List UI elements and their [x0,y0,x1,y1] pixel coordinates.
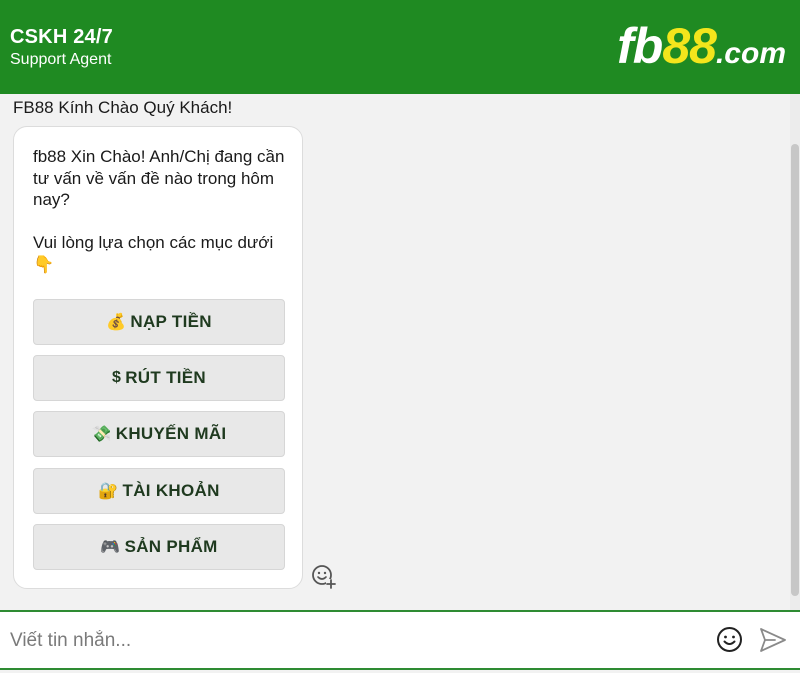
rut-tien-label: RÚT TIỀN [125,368,206,387]
scrollbar-thumb[interactable] [791,144,799,596]
rut-tien-button[interactable]: $ RÚT TIỀN [33,355,285,401]
message-input-bar [0,610,800,670]
greeting-message: FB88 Kính Chào Quý Khách! [13,98,233,117]
money-bag-icon: 💰 [106,314,127,331]
lock-key-icon: 🔐 [98,483,119,500]
nap-tien-button[interactable]: 💰 NẠP TIỀN [33,299,285,345]
game-controller-icon: 🎮 [100,539,121,556]
smiley-icon[interactable] [716,626,743,653]
san-pham-button[interactable]: 🎮 SẢN PHẨM [33,524,285,570]
nap-tien-label: NẠP TIỀN [130,312,212,331]
header-subtitle: Support Agent [10,51,112,68]
send-icon[interactable] [759,627,787,653]
khuyen-mai-button[interactable]: 💸 KHUYẾN MÃI [33,411,285,457]
header-title: CSKH 24/7 [10,26,113,48]
message-bubble: fb88 Xin Chào! Anh/Chị đang cần tư vấn v… [13,126,303,589]
message-input[interactable] [10,624,700,658]
fb88-logo: fb88.com [617,18,786,82]
bubble-text: fb88 Xin Chào! Anh/Chị đang cần tư vấn v… [33,147,285,274]
chat-header: CSKH 24/7 Support Agent fb88.com [0,0,800,94]
khuyen-mai-label: KHUYẾN MÃI [115,424,227,443]
tai-khoan-button[interactable]: 🔐 TÀI KHOẢN [33,468,285,514]
money-wings-icon: 💸 [91,426,112,443]
dollar-icon: $ [112,369,122,386]
logo-part-com: .com [715,37,786,70]
logo-part-88: 88 [662,18,717,74]
tai-khoan-label: TÀI KHOẢN [122,481,220,500]
add-reaction-icon[interactable] [311,564,337,590]
san-pham-label: SẢN PHẨM [124,537,218,556]
logo-part-fb: fb [617,18,663,74]
